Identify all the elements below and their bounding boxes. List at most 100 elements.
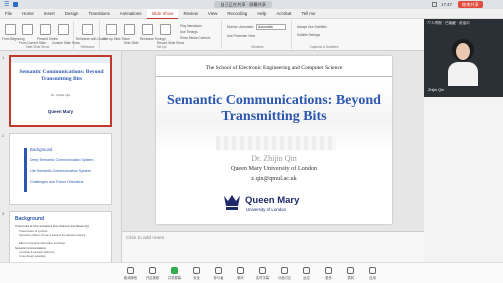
participants-icon: [215, 266, 222, 274]
tab-acrobat[interactable]: Acrobat: [271, 9, 296, 19]
tab-recording[interactable]: Recording: [222, 9, 252, 19]
captions-icon: [259, 266, 266, 274]
ribbon: From Beginning From Current Slide Presen…: [0, 19, 424, 51]
thumb-header: [11, 57, 110, 63]
toolbar-button[interactable]: 分组讨论: [274, 266, 296, 280]
thumb-bullet: Low Rate & transport efficiency: [19, 251, 55, 254]
slide-thumbnails-pane: 1 Semantic Communications: Beyond Transm…: [0, 51, 122, 262]
slide-title-line1: Semantic Communications: Beyond: [167, 93, 381, 108]
thumb-title: Semantic Communications: Beyond Transmit…: [19, 69, 104, 82]
toolbar-label: 应用: [369, 275, 376, 280]
group-label: Monitors: [251, 45, 264, 49]
tab-view[interactable]: View: [203, 9, 222, 19]
apps-icon: [369, 266, 376, 274]
stop-share-button[interactable]: 結束共享: [458, 1, 483, 8]
setup-show-icon[interactable]: [106, 24, 117, 35]
group-monitors: Monitor: Automatic Automatic Use Present…: [224, 21, 292, 49]
security-icon: [193, 266, 200, 274]
queen-mary-crest-icon: [222, 194, 242, 212]
presenter-view-checkbox[interactable]: Use Presenter View: [227, 34, 255, 38]
tab-file[interactable]: File: [0, 9, 17, 19]
toolbar-label: 聊天: [237, 275, 244, 280]
meeting-title: 自己正在共享 · 屏幕共享: [214, 1, 272, 8]
ribbon-tabs: File Home Insert Design Transitions Animation…: [0, 8, 503, 19]
thumb-author: Dr. Zhijin Qin: [50, 93, 71, 97]
slide-title-line2: Transmitting Bits: [221, 109, 327, 124]
media-controls-checkbox[interactable]: Show Media Controls: [180, 36, 210, 40]
toolbar-button[interactable]: 更多: [318, 266, 340, 280]
toolbar-button[interactable]: 开启视频: [142, 266, 164, 280]
toolbar-button[interactable]: 聊天: [230, 266, 252, 280]
toolbar-button[interactable]: 反应: [296, 266, 318, 280]
present-online-icon[interactable]: [40, 24, 51, 35]
menu-icon[interactable]: ☰: [4, 1, 9, 8]
toolbar-button[interactable]: 应用: [362, 266, 384, 280]
thumb-bullet: A new design paradigm: [19, 255, 46, 258]
from-beginning-icon[interactable]: [5, 24, 16, 35]
thumb-item: Lite Semantic Communication System: [30, 169, 91, 173]
thumb-number: 3: [2, 211, 5, 216]
toolbar-label: 参与者: [213, 275, 224, 280]
toolbar-button[interactable]: 实时字幕: [252, 266, 274, 280]
tab-slide-show[interactable]: Slide Show: [146, 8, 179, 19]
video-tile[interactable]: 77人举报 · 已隐藏 · 说话中 Zhijin Qin: [424, 19, 503, 97]
video-camera-icon: [149, 266, 156, 274]
record-icon[interactable]: [160, 24, 171, 35]
toolbar-button[interactable]: 取消静音: [120, 266, 142, 280]
from-current-icon[interactable]: [22, 24, 33, 35]
thumb-number: 2: [2, 133, 5, 138]
logo-subtext: University of London: [246, 207, 287, 212]
play-narrations-checkbox[interactable]: Play Narrations: [180, 24, 202, 28]
custom-show-icon[interactable]: [58, 24, 69, 35]
group-label: Start Slide Show: [25, 45, 50, 49]
hide-slide-icon[interactable]: [124, 24, 135, 35]
thumb-number: 1: [2, 55, 5, 60]
slide-university: Queen Mary University of London: [230, 165, 318, 172]
group-label: Rehearse: [80, 45, 95, 49]
toolbar-label: 开启视频: [145, 275, 160, 280]
rehearse-timings-icon[interactable]: [142, 24, 153, 35]
notes-pane[interactable]: Click to add notes: [122, 231, 424, 262]
tab-help[interactable]: Help: [252, 9, 271, 19]
breakout-icon: [281, 266, 288, 274]
toolbar-button[interactable]: 录制: [340, 266, 362, 280]
thumb-accent-bar: [24, 148, 27, 192]
meeting-toolbar: 取消静音 开启视频 共享屏幕 安全 参与者 聊天 实时字幕 分组讨论 反应 更多 录制 应用: [0, 262, 503, 283]
signal-icon: [13, 2, 19, 7]
thumb-bullet: Effect of semantic information exchange: [19, 242, 66, 245]
tab-tell-me[interactable]: Tell me: [297, 9, 321, 19]
slide-author: Dr. Zhijin Qin: [251, 154, 297, 163]
monitor-select[interactable]: Automatic: [256, 24, 286, 30]
subtitle-settings-button[interactable]: Subtitle Settings: [297, 33, 320, 37]
thumb-logo: Queen Mary: [47, 109, 74, 114]
tab-insert[interactable]: Insert: [39, 9, 60, 19]
current-slide[interactable]: The School of Electronic Engineering and…: [156, 56, 392, 224]
toolbar-label: 共享屏幕: [167, 275, 182, 280]
tab-design[interactable]: Design: [60, 9, 84, 19]
group-start-slide-show: From Beginning From Current Slide Presen…: [2, 21, 80, 49]
use-timings-checkbox[interactable]: Use Timings: [180, 30, 198, 34]
clock: 17:47: [441, 2, 452, 7]
reactions-icon: [303, 266, 310, 274]
group-rehearse: Rehearse with Coach Rehearse: [76, 21, 106, 49]
toolbar-button[interactable]: 安全: [186, 266, 208, 280]
group-label: Captions & Subtitles: [309, 45, 339, 49]
always-subtitles-checkbox[interactable]: Always Use Subtitles: [297, 25, 327, 29]
coach-icon[interactable]: [82, 24, 93, 35]
screen-icon: [432, 2, 437, 7]
group-set-up: Set Up Slide Show Hide Slide Rehearse Ti…: [102, 21, 222, 49]
toolbar-button[interactable]: 共享屏幕: [164, 266, 186, 280]
building-facade: [216, 136, 336, 150]
microphone-icon: [127, 266, 134, 274]
toolbar-label: 录制: [347, 275, 354, 280]
tab-home[interactable]: Home: [17, 9, 39, 19]
share-screen-icon: [171, 266, 178, 274]
slide-thumbnail-1[interactable]: Semantic Communications: Beyond Transmit…: [9, 55, 112, 127]
toolbar-label: 安全: [193, 275, 200, 280]
slide-thumbnail-2[interactable]: Background Deep Semantic Communication S…: [9, 133, 112, 205]
slide-thumbnail-3[interactable]: Background Three levels of Communication…: [9, 211, 112, 262]
tab-transitions[interactable]: Transitions: [83, 9, 114, 19]
tab-animations[interactable]: Animations: [115, 9, 147, 19]
tab-review[interactable]: Review: [178, 9, 202, 19]
toolbar-button[interactable]: 参与者: [208, 266, 230, 280]
